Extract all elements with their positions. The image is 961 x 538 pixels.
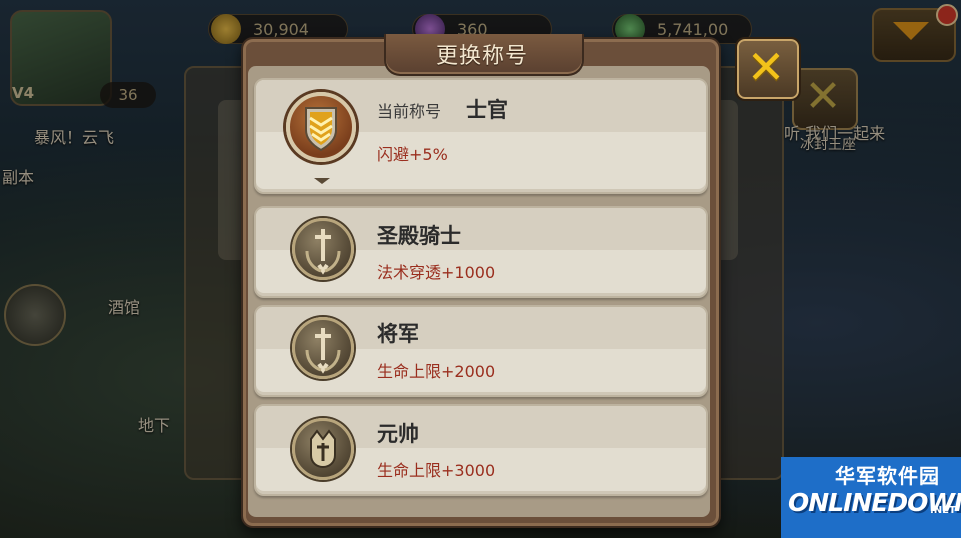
watermark-cn-text: 华军软件园 [835,464,940,488]
current-title-name: 士官 [466,98,508,122]
title-name-marshal: 元帅 [377,422,419,446]
title-name-templar: 圣殿骑士 [377,224,461,248]
close-icon[interactable]: ✕ [735,37,797,97]
sword-laurel-emblem-icon [292,218,354,280]
title-bonus-marshal: 生命上限+3000 [377,461,496,480]
sergeant-emblem-icon [286,92,356,162]
dialog-title: 更换称号 [435,44,528,69]
title-name-general: 将军 [377,322,419,346]
watermark-net-text: .NET [930,505,956,516]
current-title-bonus: 闪避+5% [377,145,448,164]
expand-caret-icon [314,178,330,184]
current-title-label: 当前称号 [377,102,442,121]
helmet-laurel-emblem-icon [292,418,354,480]
sword-laurel-emblem-icon [292,317,354,379]
title-bonus-general: 生命上限+2000 [377,362,496,381]
title-bonus-templar: 法术穿透+1000 [377,263,496,282]
